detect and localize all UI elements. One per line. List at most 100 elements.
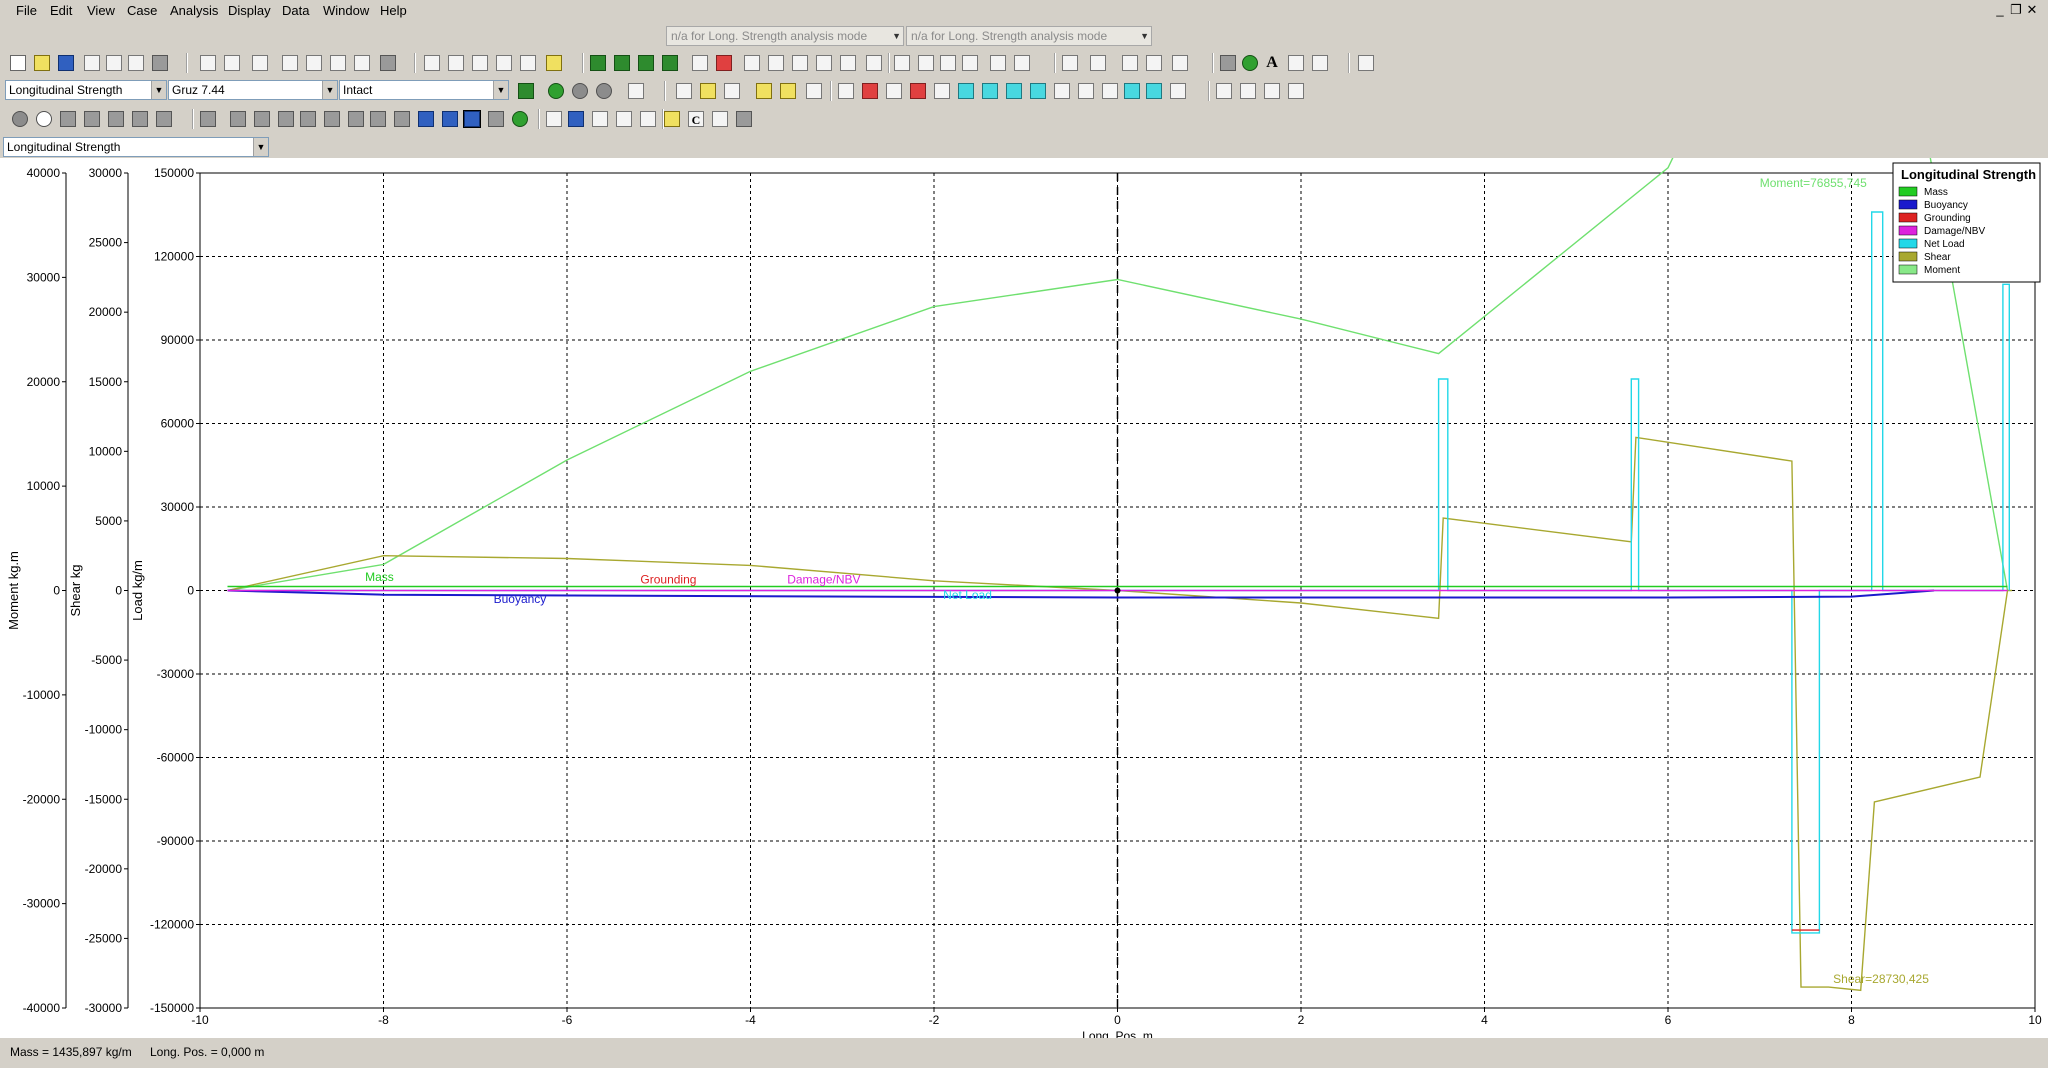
table-icon[interactable] [200,55,216,71]
menu-edit[interactable]: Edit [50,3,72,18]
tool-d-icon[interactable] [816,55,832,71]
table-edit-icon[interactable] [224,55,240,71]
zoom-in-icon[interactable] [424,55,440,71]
print-icon[interactable] [152,55,168,71]
menu-view[interactable]: View [87,3,115,18]
crosshair-icon[interactable] [806,83,822,99]
water-c-icon[interactable] [463,110,481,128]
tank-f-icon[interactable] [1078,83,1094,99]
arrow-left-icon[interactable] [84,111,100,127]
pause-icon[interactable] [572,83,588,99]
hull-h-icon[interactable] [370,111,386,127]
grid-d-icon[interactable] [1146,55,1162,71]
grid-c-icon[interactable] [1122,55,1138,71]
house-icon[interactable] [1220,55,1236,71]
calculator-icon[interactable] [1288,55,1304,71]
hull-b-icon[interactable] [230,111,246,127]
menu-case[interactable]: Case [127,3,157,18]
water-a-icon[interactable] [418,111,434,127]
ruler-icon[interactable] [664,111,680,127]
tank-b-icon[interactable] [982,83,998,99]
menu-window[interactable]: Window [323,3,369,18]
layout-b-icon[interactable] [568,111,584,127]
view-green-3-icon[interactable] [638,55,654,71]
tool-e-icon[interactable] [840,55,856,71]
sail-d-icon[interactable] [1288,83,1304,99]
triangle-icon[interactable] [108,111,124,127]
cut-icon[interactable] [84,55,100,71]
settings-icon[interactable] [380,55,396,71]
delete-box-icon[interactable] [910,83,926,99]
water-e-icon[interactable] [512,111,528,127]
layout-a-icon[interactable] [546,111,562,127]
sail-a-icon[interactable] [1216,83,1232,99]
save-icon[interactable] [58,55,74,71]
longitudinal-strength-chart[interactable]: 400003000020000100000-10000-20000-30000-… [0,0,2048,1043]
solve-icon[interactable] [518,83,534,99]
open-folder-icon[interactable] [34,55,50,71]
hull-g-icon[interactable] [348,111,364,127]
cb-icon[interactable]: C [688,111,704,127]
minimize-icon[interactable]: _ [1992,2,2008,17]
sail-b-icon[interactable] [1240,83,1256,99]
menu-file[interactable]: File [16,3,37,18]
tool-hammer-icon[interactable] [156,111,172,127]
view-green-2-icon[interactable] [614,55,630,71]
tool-b-icon[interactable] [768,55,784,71]
rows-add-icon[interactable] [354,55,370,71]
menu-help[interactable]: Help [380,3,407,18]
grid-b-icon[interactable] [1090,55,1106,71]
shape-c-icon[interactable] [724,83,740,99]
paste-icon[interactable] [128,55,144,71]
hull-i-icon[interactable] [394,111,410,127]
tank-c-icon[interactable] [1006,83,1022,99]
rows-icon[interactable] [330,55,346,71]
curve-icon[interactable] [990,55,1006,71]
play-icon[interactable] [548,83,564,99]
compartment-icon[interactable] [838,83,854,99]
light-icon[interactable] [546,55,562,71]
layout-c-icon[interactable] [592,111,608,127]
add-item-icon[interactable] [692,55,708,71]
zoom-out-icon[interactable] [448,55,464,71]
blank-icon[interactable] [934,83,950,99]
grid-a-icon[interactable] [1062,55,1078,71]
tank-d-icon[interactable] [1030,83,1046,99]
columns-icon[interactable] [282,55,298,71]
view-select[interactable]: Longitudinal Strength ▼ [3,137,269,157]
shape-e-icon[interactable] [780,83,796,99]
record-icon[interactable] [628,83,644,99]
menu-analysis[interactable]: Analysis [170,3,218,18]
options-icon[interactable] [1312,55,1328,71]
sort-icon[interactable] [252,55,268,71]
check-window-icon[interactable] [918,55,934,71]
hull-f-icon[interactable] [324,111,340,127]
layout-e-icon[interactable] [640,111,656,127]
shape-a-icon[interactable] [676,83,692,99]
measure-icon[interactable] [712,111,728,127]
curve-settings-icon[interactable] [1014,55,1030,71]
font-icon[interactable]: A [1264,55,1280,71]
columns-add-icon[interactable] [306,55,322,71]
menu-data[interactable]: Data [282,3,309,18]
remove-item-icon[interactable] [716,55,732,71]
water-b-icon[interactable] [442,111,458,127]
copy-icon[interactable] [106,55,122,71]
layout-d-icon[interactable] [616,111,632,127]
water-d-icon[interactable] [488,111,504,127]
tank-h-icon[interactable] [1124,83,1140,99]
shape-d-icon[interactable] [756,83,772,99]
stop-icon[interactable] [596,83,612,99]
view-green-4-icon[interactable] [662,55,678,71]
home-view-icon[interactable] [496,55,512,71]
tool-extra-icon[interactable] [736,111,752,127]
tank-g-icon[interactable] [1102,83,1118,99]
wizard-icon[interactable] [1358,55,1374,71]
delete-compartment-icon[interactable] [862,83,878,99]
tank-i-icon[interactable] [1146,83,1162,99]
sail-c-icon[interactable] [1264,83,1280,99]
circle-icon[interactable] [36,111,52,127]
tank-e-icon[interactable] [1054,83,1070,99]
hull-c-icon[interactable] [254,111,270,127]
sphere-icon[interactable] [12,111,28,127]
